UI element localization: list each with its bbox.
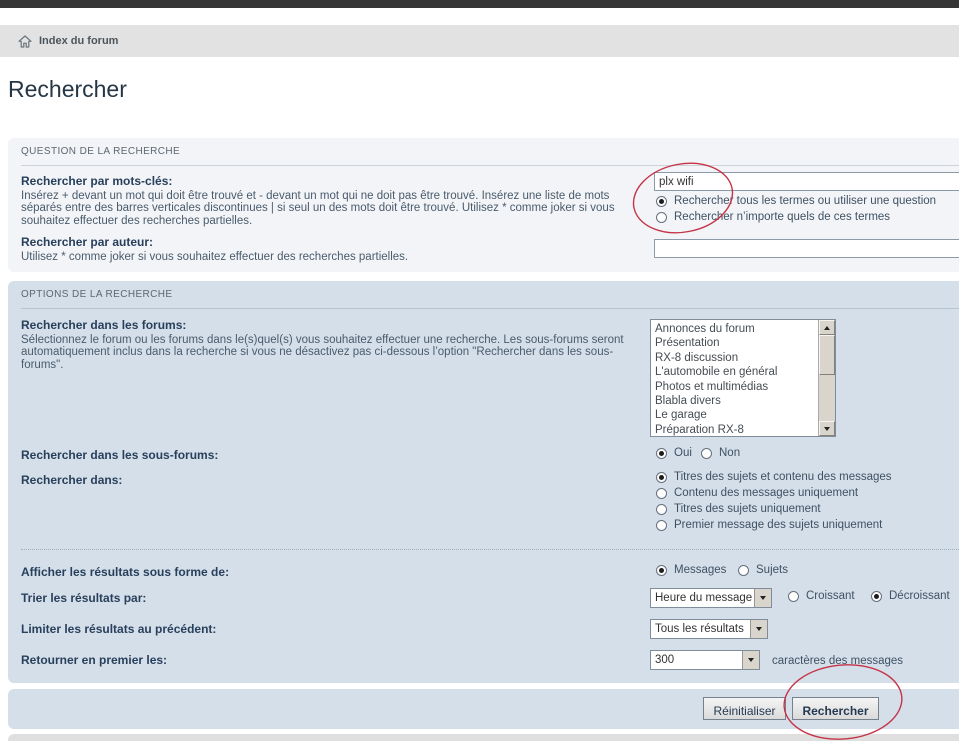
author-input[interactable] [654,239,959,258]
options-panel-legend: OPTIONS DE LA RECHERCHE [21,289,172,300]
breadcrumb-link-index[interactable]: Index du forum [39,35,118,47]
forum-list-item[interactable]: Présentation [655,336,818,350]
forum-list-item[interactable]: L'automobile en général [655,365,818,379]
forums-label: Rechercher dans les forums: [21,318,649,332]
keywords-option-all[interactable]: Rechercher tous les termes ou utiliser u… [656,195,936,207]
radio-icon[interactable] [738,565,749,576]
display-as-option-messages[interactable]: Messages [656,564,726,576]
keywords-option-any[interactable]: Rechercher n’importe quels de ces termes [656,211,890,223]
author-description: Utilisez * comme joker si vous souhaitez… [21,251,649,263]
radio-icon[interactable] [656,504,667,515]
forums-description: Sélectionnez le forum ou les forums dans… [21,334,649,371]
chevron-down-icon[interactable] [742,651,759,669]
footer-bar [8,734,959,741]
author-label: Rechercher par auteur: [21,235,649,249]
limit-select[interactable]: Tous les résultats [650,619,768,639]
sort-order-ascending[interactable]: Croissant [788,590,855,602]
forum-list-item[interactable]: Préparation RX-8 [655,423,818,436]
display-as-label: Afficher les résultats sous forme de: [21,565,229,579]
top-bar [0,0,959,8]
radio-icon[interactable] [656,448,667,459]
radio-icon[interactable] [656,488,667,499]
forums-label-block: Rechercher dans les forums: Sélectionnez… [21,318,649,371]
forum-list-item[interactable]: Le garage [655,408,818,422]
sort-order-descending[interactable]: Décroissant [871,590,950,602]
search-button[interactable]: Rechercher [792,697,879,720]
subforums-label: Rechercher dans les sous-forums: [21,448,218,462]
forums-listbox[interactable]: Annonces du forum Présentation RX-8 disc… [650,319,836,437]
subforums-option-no[interactable]: Non [701,447,740,459]
radio-icon[interactable] [656,565,667,576]
search-within-option-1[interactable]: Titres des sujets et contenu des message… [656,471,892,483]
home-icon[interactable] [18,35,32,48]
keywords-label-block: Rechercher par mots-clés: Insérez + deva… [21,174,649,227]
submit-bar: Réinitialiser Rechercher [8,689,959,729]
sort-by-select[interactable]: Heure du message [650,588,772,608]
radio-icon[interactable] [656,196,667,207]
radio-icon[interactable] [656,472,667,483]
radio-icon[interactable] [656,212,667,223]
breadcrumb: Index du forum [0,25,959,57]
display-as-option-sujets[interactable]: Sujets [738,564,788,576]
radio-icon[interactable] [788,591,799,602]
divider [21,308,959,309]
forum-list-item[interactable]: Blabla divers [655,394,818,408]
radio-icon[interactable] [656,520,667,531]
return-first-select[interactable]: 300 [650,650,760,670]
forum-list-item[interactable]: Photos et multimédias [655,380,818,394]
divider [21,165,959,166]
radio-icon[interactable] [701,448,712,459]
search-within-option-3[interactable]: Titres des sujets uniquement [656,503,821,515]
keywords-label: Rechercher par mots-clés: [21,174,649,188]
question-panel-legend: QUESTION DE LA RECHERCHE [21,146,180,157]
forum-list-item[interactable]: RX-8 discussion [655,351,818,365]
scroll-up-icon[interactable] [819,320,835,335]
forum-list-item[interactable]: Annonces du forum [655,322,818,336]
return-first-suffix: caractères des messages [772,655,903,667]
search-within-option-4[interactable]: Premier message des sujets uniquement [656,519,882,531]
keywords-description: Insérez + devant un mot qui doit être tr… [21,190,649,227]
keywords-input[interactable] [654,172,959,191]
radio-icon[interactable] [871,591,882,602]
search-within-label: Rechercher dans: [21,473,122,487]
chevron-down-icon[interactable] [750,620,767,638]
reset-button[interactable]: Réinitialiser [703,697,786,720]
search-within-option-2[interactable]: Contenu des messages uniquement [656,487,858,499]
author-label-block: Rechercher par auteur: Utilisez * comme … [21,235,649,263]
subforums-option-yes[interactable]: Oui [656,447,692,459]
divider [21,549,959,550]
sort-by-label: Trier les résultats par: [21,591,146,605]
chevron-down-icon[interactable] [754,589,771,607]
scrollbar-thumb[interactable] [819,335,835,375]
listbox-scrollbar[interactable] [818,320,835,436]
return-first-label: Retourner en premier les: [21,653,167,667]
options-panel: OPTIONS DE LA RECHERCHE Rechercher dans … [8,281,959,683]
page-title: Rechercher [8,76,127,103]
limit-label: Limiter les résultats au précédent: [21,622,216,636]
scroll-down-icon[interactable] [819,421,835,436]
question-panel: QUESTION DE LA RECHERCHE Rechercher par … [8,138,959,272]
